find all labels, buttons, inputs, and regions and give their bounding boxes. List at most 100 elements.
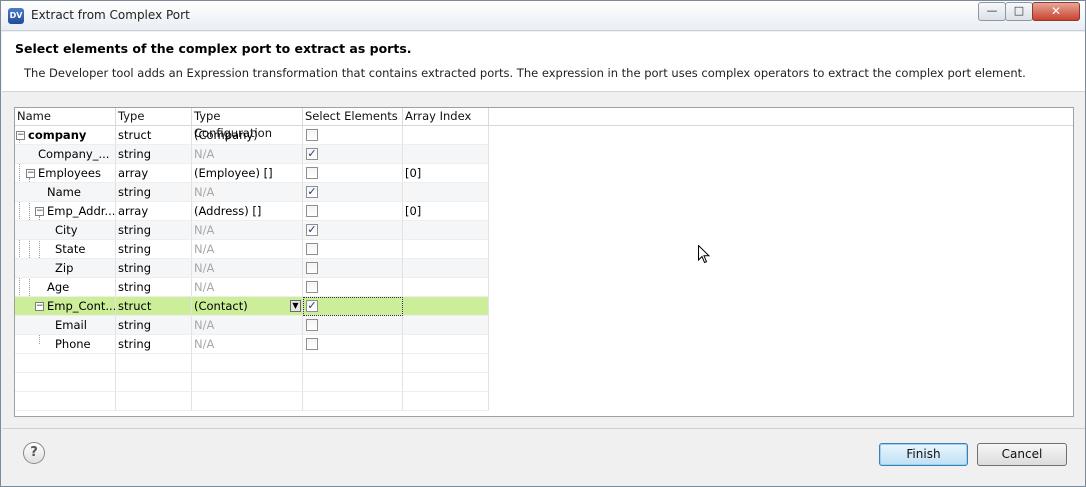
- row-name: Phone: [55, 337, 91, 351]
- row-name: State: [55, 242, 86, 256]
- type-config-cell: N/A: [192, 221, 303, 240]
- type-cell: string: [116, 259, 192, 278]
- table-row[interactable]: Age string N/A: [15, 278, 489, 297]
- table-row[interactable]: Zip string N/A: [15, 259, 489, 278]
- select-checkbox[interactable]: [306, 129, 318, 141]
- maximize-button[interactable]: □: [1005, 2, 1033, 21]
- table-row[interactable]: − Emp_Addr... array (Address) [] [0]: [15, 202, 489, 221]
- minimize-button[interactable]: —: [978, 2, 1006, 21]
- table-row[interactable]: State string N/A: [15, 240, 489, 259]
- array-index-cell: [403, 335, 489, 354]
- collapse-icon[interactable]: −: [16, 131, 25, 140]
- row-name: Age: [47, 280, 70, 294]
- collapse-icon[interactable]: −: [35, 207, 44, 216]
- select-checkbox[interactable]: [306, 167, 318, 179]
- close-button[interactable]: ✕: [1032, 2, 1080, 21]
- type-config-cell: N/A: [192, 316, 303, 335]
- array-index-cell: [403, 297, 489, 316]
- row-name: Company_...: [38, 147, 110, 161]
- type-config-cell: N/A: [192, 335, 303, 354]
- select-checkbox[interactable]: [306, 243, 318, 255]
- array-index-cell: [403, 278, 489, 297]
- collapse-icon[interactable]: −: [26, 169, 35, 178]
- name-cell: State: [15, 240, 116, 259]
- array-index-cell: [403, 221, 489, 240]
- row-name: Zip: [55, 261, 74, 275]
- select-cell: [303, 164, 403, 183]
- type-config-value: (Contact): [194, 299, 248, 313]
- type-config-cell[interactable]: (Address) []: [192, 202, 303, 221]
- select-checkbox[interactable]: [306, 338, 318, 350]
- type-config-cell[interactable]: (Employee) []: [192, 164, 303, 183]
- name-cell: City: [15, 221, 116, 240]
- dialog-window: DV Extract from Complex Port — □ ✕ Selec…: [0, 0, 1086, 487]
- type-config-cell: N/A: [192, 278, 303, 297]
- type-cell: string: [116, 145, 192, 164]
- column-header-type[interactable]: Type: [116, 108, 192, 126]
- select-cell: [303, 335, 403, 354]
- select-cell: [303, 126, 403, 145]
- type-config-cell[interactable]: (Contact) ▼: [192, 297, 303, 316]
- type-cell: array: [116, 164, 192, 183]
- select-cell: [303, 278, 403, 297]
- row-name: Employees: [38, 166, 101, 180]
- select-cell: [303, 240, 403, 259]
- select-checkbox[interactable]: [306, 262, 318, 274]
- table-row[interactable]: Name string N/A ✓: [15, 183, 489, 202]
- type-config-cell[interactable]: (Company): [192, 126, 303, 145]
- finish-button[interactable]: Finish: [879, 443, 968, 466]
- empty-row: [15, 354, 489, 373]
- table-row-selected[interactable]: − Emp_Cont... struct (Contact) ▼ ✓: [15, 297, 489, 316]
- table-row[interactable]: Company_... string N/A ✓: [15, 145, 489, 164]
- select-checkbox[interactable]: [306, 205, 318, 217]
- type-cell: array: [116, 202, 192, 221]
- dialog-header: Select elements of the complex port to e…: [2, 32, 1085, 92]
- column-header-type-configuration[interactable]: Type Configuration: [192, 108, 303, 140]
- row-name: company: [28, 128, 87, 142]
- name-cell: − company: [15, 126, 116, 145]
- select-cell: [303, 202, 403, 221]
- type-config-cell: N/A: [192, 240, 303, 259]
- row-name: Emp_Addr...: [47, 204, 116, 218]
- row-name: Email: [55, 318, 87, 332]
- table-row[interactable]: − company struct (Company): [15, 126, 489, 145]
- type-cell: struct: [116, 297, 192, 316]
- select-checkbox[interactable]: ✓: [306, 148, 318, 160]
- array-index-cell[interactable]: [0]: [403, 164, 489, 183]
- array-index-cell[interactable]: [403, 126, 489, 145]
- select-cell: [303, 316, 403, 335]
- table-row[interactable]: Phone string N/A: [15, 335, 489, 354]
- table-row[interactable]: Email string N/A: [15, 316, 489, 335]
- name-cell: Zip: [15, 259, 116, 278]
- type-cell: struct: [116, 126, 192, 145]
- cancel-button[interactable]: Cancel: [977, 443, 1067, 466]
- table-row[interactable]: − Employees array (Employee) [] [0]: [15, 164, 489, 183]
- row-name: Emp_Cont...: [47, 299, 116, 313]
- array-index-cell[interactable]: [0]: [403, 202, 489, 221]
- select-checkbox[interactable]: [306, 319, 318, 331]
- select-checkbox[interactable]: ✓: [306, 224, 318, 236]
- collapse-icon[interactable]: −: [35, 302, 44, 311]
- title-bar[interactable]: DV Extract from Complex Port — □ ✕: [1, 1, 1085, 31]
- select-checkbox[interactable]: ✓: [306, 186, 318, 198]
- empty-row: [15, 373, 489, 392]
- type-config-dropdown-icon[interactable]: ▼: [290, 300, 301, 312]
- array-index-cell: [403, 240, 489, 259]
- type-cell: string: [116, 221, 192, 240]
- name-cell: Email: [15, 316, 116, 335]
- column-header-select-elements[interactable]: Select Elements: [303, 108, 403, 126]
- column-header-array-index[interactable]: Array Index: [403, 108, 489, 126]
- name-cell: Age: [15, 278, 116, 297]
- help-button[interactable]: ?: [23, 442, 45, 464]
- name-cell: Phone: [15, 335, 116, 354]
- row-name: Name: [47, 185, 81, 199]
- column-header-name[interactable]: Name: [15, 108, 116, 126]
- select-checkbox[interactable]: ✓: [306, 300, 318, 312]
- select-checkbox[interactable]: [306, 281, 318, 293]
- type-cell: string: [116, 278, 192, 297]
- array-index-cell: [403, 145, 489, 164]
- maximize-icon: □: [1013, 4, 1025, 17]
- select-cell: [303, 259, 403, 278]
- table-row[interactable]: City string N/A ✓: [15, 221, 489, 240]
- table-header: Name Type Type Configuration Select Elem…: [15, 108, 1073, 140]
